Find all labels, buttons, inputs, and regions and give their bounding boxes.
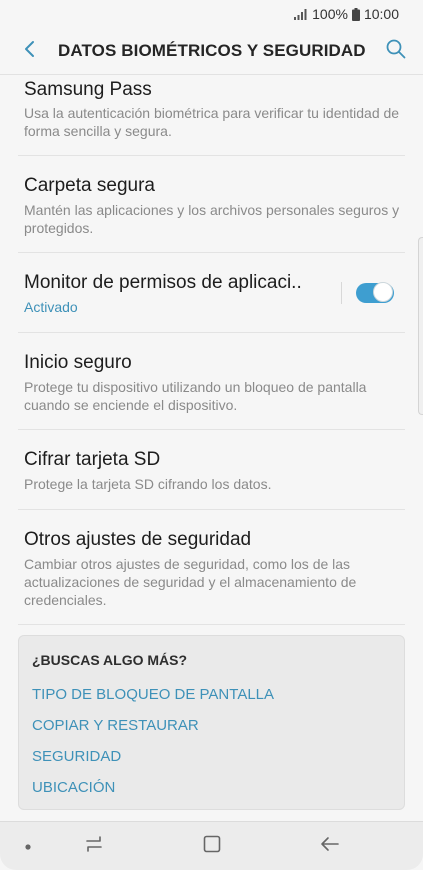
dot-icon [25, 837, 31, 855]
setting-carpeta-segura[interactable]: Carpeta segura Mantén las aplicaciones y… [24, 174, 405, 237]
toggle-knob [373, 282, 393, 302]
search-icon [386, 39, 406, 64]
navigation-bar [0, 821, 423, 870]
setting-description: Protege tu dispositivo utilizando un blo… [24, 379, 367, 413]
setting-title: Samsung Pass [24, 79, 152, 100]
back-nav-button[interactable] [308, 822, 352, 870]
app-header: DATOS BIOMÉTRICOS Y SEGURIDAD [0, 28, 423, 75]
signal-icon [294, 8, 308, 20]
divider [18, 429, 405, 430]
search-button[interactable] [369, 28, 423, 74]
suggestions-title: ¿BUSCAS ALGO MÁS? [32, 652, 188, 668]
setting-description: Mantén las aplicaciones y los archivos p… [24, 202, 400, 236]
status-time: 10:00 [363, 6, 399, 22]
setting-title: Cifrar tarjeta SD [24, 449, 161, 470]
setting-inicio-seguro[interactable]: Inicio seguro Protege tu dispositivo uti… [24, 351, 405, 414]
home-button[interactable] [190, 822, 234, 870]
battery-icon [351, 7, 360, 21]
suggestion-link-security[interactable]: SEGURIDAD [32, 748, 121, 765]
divider [18, 252, 405, 253]
nav-dot-button[interactable] [14, 822, 42, 870]
back-arrow-icon [320, 836, 340, 857]
setting-description: Protege la tarjeta SD cifrando los datos… [24, 476, 272, 492]
recent-apps-icon [84, 835, 104, 858]
divider [18, 624, 405, 625]
recent-apps-button[interactable] [72, 822, 116, 870]
edge-panel-handle[interactable] [418, 237, 423, 415]
battery-percent: 100% [312, 6, 348, 22]
setting-title: Carpeta segura [24, 175, 155, 196]
setting-title: Otros ajustes de seguridad [24, 529, 252, 550]
suggestion-link-backup[interactable]: COPIAR Y RESTAURAR [32, 717, 199, 734]
permission-monitor-toggle[interactable] [356, 282, 394, 303]
setting-otros-ajustes[interactable]: Otros ajustes de seguridad Cambiar otros… [24, 528, 405, 609]
setting-cifrar-sd[interactable]: Cifrar tarjeta SD Protege la tarjeta SD … [24, 448, 405, 493]
suggestion-link-location[interactable]: UBICACIÓN [32, 779, 115, 796]
setting-title: Inicio seguro [24, 352, 132, 373]
status-bar: 100% 10:00 [0, 0, 423, 28]
divider [18, 509, 405, 510]
setting-description: Cambiar otros ajustes de seguridad, como… [24, 556, 357, 608]
setting-description: Usa la autenticación biométrica para ver… [24, 105, 400, 139]
suggestions-card: ¿BUSCAS ALGO MÁS? TIPO DE BLOQUEO DE PAN… [18, 635, 405, 810]
home-icon [203, 835, 221, 858]
divider [18, 155, 405, 156]
toggle-separator [341, 282, 342, 304]
setting-monitor-permisos[interactable]: Monitor de permisos de aplicaci.. Activa… [24, 271, 405, 316]
chevron-left-icon [23, 40, 35, 63]
divider [18, 332, 405, 333]
suggestion-link-screen-lock[interactable]: TIPO DE BLOQUEO DE PANTALLA [32, 686, 274, 703]
toggle-wrapper [341, 273, 405, 313]
back-button[interactable] [0, 28, 58, 74]
page-title: DATOS BIOMÉTRICOS Y SEGURIDAD [58, 41, 366, 60]
setting-samsung-pass[interactable]: Samsung Pass Usa la autenticación biomét… [24, 78, 405, 140]
